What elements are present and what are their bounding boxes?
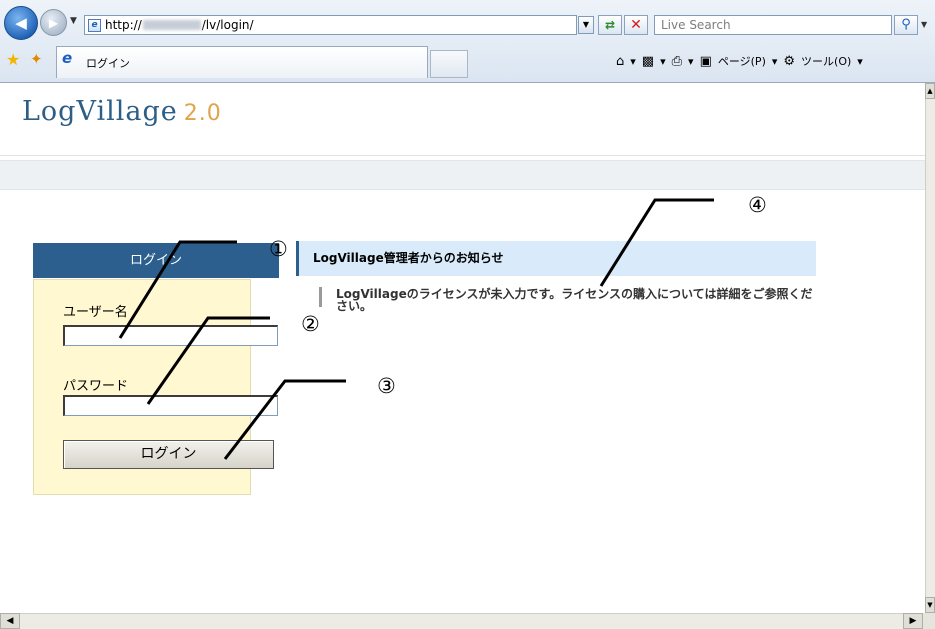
add-favorites-icon[interactable]: ✦ xyxy=(30,50,43,68)
address-dropdown-button[interactable]: ▼ xyxy=(578,16,594,34)
ie-page-icon: e xyxy=(88,18,101,32)
address-url[interactable]: http:///lv/login/ xyxy=(105,18,254,32)
password-field[interactable] xyxy=(63,395,278,416)
horizontal-scrollbar[interactable] xyxy=(0,613,925,629)
search-input[interactable]: Live Search xyxy=(654,15,892,35)
stop-icon: ✕ xyxy=(630,17,642,33)
site-logo[interactable]: LogVillage 2.0 xyxy=(22,96,222,127)
address-bar[interactable]: e http:///lv/login/ xyxy=(84,15,577,35)
new-tab-button[interactable] xyxy=(430,50,468,78)
scroll-right-button[interactable]: ▶ xyxy=(903,613,923,629)
back-button[interactable]: ◀ xyxy=(4,6,38,40)
search-options-dropdown[interactable]: ▼ xyxy=(921,15,927,35)
login-button[interactable]: ログイン xyxy=(63,440,274,469)
scroll-down-button[interactable]: ▼ xyxy=(925,597,935,613)
page-icon: ▣ xyxy=(699,53,712,69)
password-label: パスワード xyxy=(63,379,129,394)
tools-menu[interactable]: ツール(O) xyxy=(801,53,851,69)
refresh-icon: ⇄ xyxy=(604,18,616,32)
vertical-scrollbar[interactable] xyxy=(925,83,935,613)
page-viewport: LogVillage 2.0 ログイン ユーザー名 パスワード ログイン LogV… xyxy=(0,83,925,613)
forward-button[interactable]: ▶ xyxy=(40,9,67,36)
forward-arrow-icon: ▶ xyxy=(48,15,59,30)
redacted-host xyxy=(142,20,201,30)
scroll-up-button[interactable]: ▲ xyxy=(925,83,935,99)
page-dropdown-arrow: ▾ xyxy=(771,54,778,68)
username-field[interactable] xyxy=(63,325,278,346)
magnifier-icon: ⚲ xyxy=(901,17,911,32)
favorites-star-icon[interactable]: ★ xyxy=(6,50,20,69)
recent-pages-dropdown[interactable]: ▼ xyxy=(70,16,77,26)
stop-button[interactable]: ✕ xyxy=(624,15,648,35)
feeds-icon[interactable]: ▩ xyxy=(642,54,654,69)
tools-dropdown-arrow: ▾ xyxy=(857,54,863,68)
tab-title: ログイン xyxy=(86,57,130,70)
notice-message: LogVillageのライセンスが未入力です。ライセンスの購入については詳細をご… xyxy=(336,287,813,313)
header-band xyxy=(0,160,925,190)
scroll-left-button[interactable]: ◀ xyxy=(0,613,20,629)
home-dropdown-arrow: ▾ xyxy=(630,54,636,68)
gear-icon: ⚙ xyxy=(783,53,796,69)
command-bar: ⌂ ▾ ▩ ▾ ⎙ ▾ ▣ ページ(P) ▾ ⚙ ツール(O) ▾ xyxy=(616,53,863,69)
notice-marker xyxy=(319,287,322,307)
scroll-corner xyxy=(923,613,935,629)
back-arrow-icon: ◀ xyxy=(15,14,27,32)
feeds-dropdown-arrow: ▾ xyxy=(660,54,666,68)
print-dropdown-arrow: ▾ xyxy=(688,54,694,68)
refresh-button[interactable]: ⇄ xyxy=(598,15,622,35)
page-menu[interactable]: ページ(P) xyxy=(718,53,766,69)
print-icon[interactable]: ⎙ xyxy=(672,54,682,69)
home-icon[interactable]: ⌂ xyxy=(616,54,624,69)
search-button[interactable]: ⚲ xyxy=(894,15,918,35)
login-panel-heading: ログイン xyxy=(33,243,279,278)
header-divider xyxy=(0,155,925,156)
username-label: ユーザー名 xyxy=(63,305,128,320)
notice-heading: LogVillage管理者からのお知らせ xyxy=(296,241,816,276)
